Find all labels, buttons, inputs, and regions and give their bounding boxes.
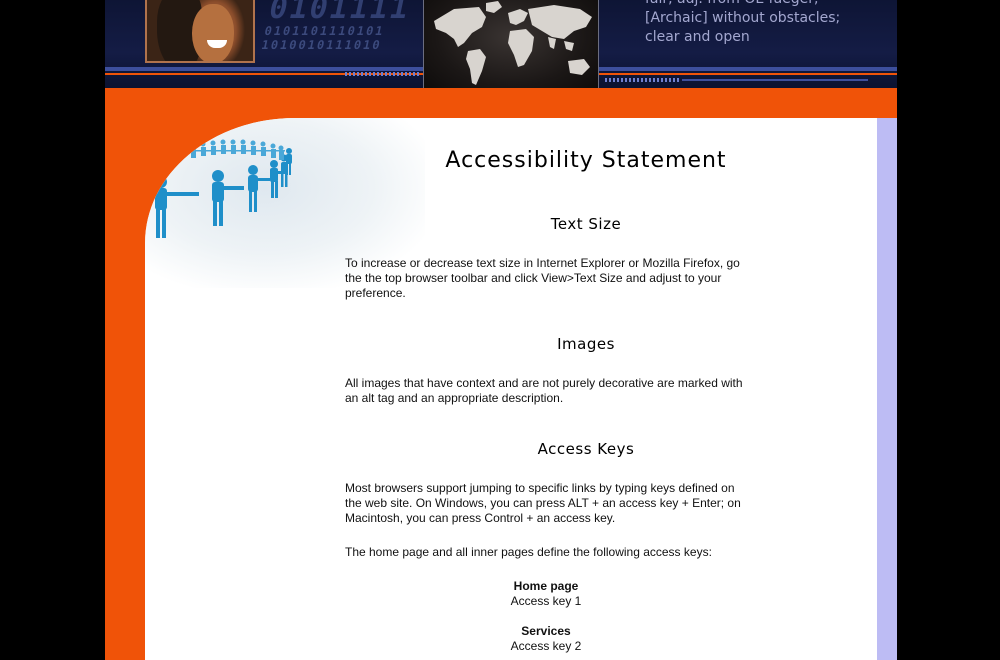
- world-map-image: [423, 0, 599, 88]
- binary-graphic: 0101111 0101101110101 1010010111010: [258, 0, 443, 64]
- tagline-line-3: clear and open: [645, 29, 750, 45]
- binary-text-small: 0101101110101 1010010111010: [260, 24, 386, 52]
- access-key-name: Home page: [513, 579, 579, 593]
- tagline-line-1: fair, adj. from OE faeger;: [645, 0, 885, 9]
- access-key-home: Home page Access key 1: [345, 579, 747, 609]
- access-key-value: Access key 2: [510, 639, 582, 653]
- page-title: Accessibility Statement: [445, 148, 727, 173]
- right-side-bar: [877, 118, 897, 660]
- text-size-paragraph: To increase or decrease text size in Int…: [345, 256, 740, 300]
- access-keys-paragraph: Most browsers support jumping to specifi…: [345, 481, 741, 525]
- access-key-value: Access key 1: [510, 594, 582, 608]
- woman-portrait-image: [145, 0, 255, 63]
- access-key-services: Services Access key 2: [345, 624, 747, 654]
- site-banner: 0101111 0101101110101 1010010111010 [Arc…: [105, 0, 897, 88]
- binary-text: 0101111: [265, 0, 414, 26]
- tagline: fair, adj. from OE faeger; [Archaic] wit…: [645, 0, 885, 47]
- banner-rule-right: [682, 79, 868, 81]
- access-keys-intro: The home page and all inner pages define…: [345, 545, 712, 559]
- section-heading-images: Images: [557, 335, 615, 353]
- dotted-rule-left: [345, 72, 421, 76]
- tagline-line-2: [Archaic] without obstacles;: [645, 10, 841, 26]
- section-heading-text-size: Text Size: [550, 215, 622, 233]
- dotted-rule-right: [605, 78, 681, 82]
- world-map-icon: [434, 1, 592, 85]
- section-heading-access-keys: Access Keys: [537, 440, 635, 458]
- access-key-name: Services: [521, 624, 571, 638]
- page-frame: 0101111 0101101110101 1010010111010 [Arc…: [105, 0, 897, 660]
- content-area: Accessibility Statement Text Size To inc…: [145, 118, 877, 660]
- images-paragraph: All images that have context and are not…: [345, 376, 743, 405]
